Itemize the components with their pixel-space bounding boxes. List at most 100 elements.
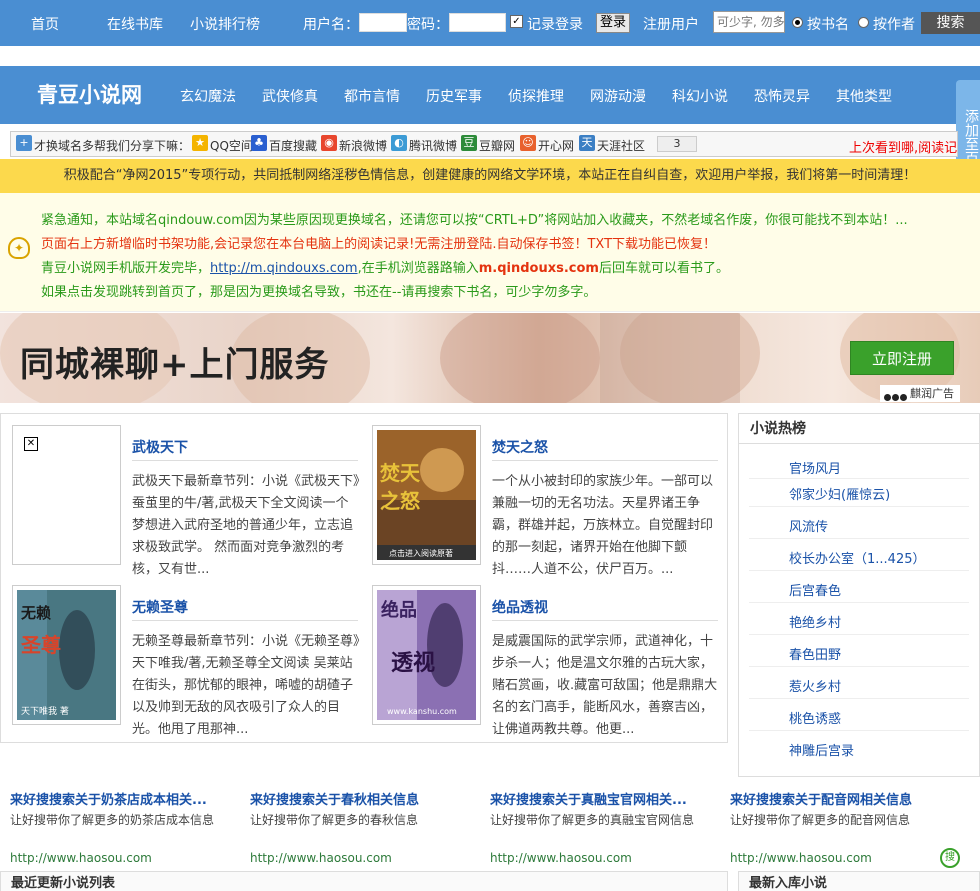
weibo-icon[interactable]: ◉ xyxy=(321,135,337,151)
search-button[interactable]: 搜索 xyxy=(921,12,980,34)
book-cover[interactable]: 绝品 透视 www.kanshu.com xyxy=(372,585,481,725)
password-input[interactable] xyxy=(449,13,506,32)
campaign-notice: 积极配合“净网2015”专项行动，共同抵制网络淫秽色情信息，创建健康的网络文学环… xyxy=(0,159,980,193)
category-xuanhuan[interactable]: 玄幻魔法 xyxy=(180,86,236,106)
hot-list-item[interactable]: 邻家少妇(雁惊云) xyxy=(789,484,890,503)
category-dushi[interactable]: 都市言情 xyxy=(344,86,400,106)
book-cover[interactable]: ✕ xyxy=(12,425,121,565)
last-read-link[interactable]: 上次看到哪,阅读记 xyxy=(849,137,957,156)
category-kehuan[interactable]: 科幻小说 xyxy=(672,86,728,106)
book-card: 绝品 透视 www.kanshu.com 绝品透视 是威震国际的武学宗师，武道神… xyxy=(372,585,720,737)
divider xyxy=(749,730,969,731)
search-by-author-radio[interactable] xyxy=(858,17,869,28)
hot-list-item[interactable]: 官场风月 xyxy=(789,458,841,477)
hot-list-item[interactable]: 神雕后宫录 xyxy=(789,740,854,759)
notice-mobile-suffix: 后回车就可以看书了。 xyxy=(598,261,729,276)
share-intro: 才换域名多帮我们分享下嘛： xyxy=(34,139,191,153)
divider xyxy=(749,634,969,635)
broken-image-icon: ✕ xyxy=(24,437,38,451)
divider xyxy=(132,620,358,621)
book-cover[interactable]: 焚天 之怒 点击进入阅读原著 xyxy=(372,425,481,565)
hot-list-item[interactable]: 艳绝乡村 xyxy=(789,612,841,631)
main-nav: 青豆小说网 玄幻魔法 武侠修真 都市言情 历史军事 侦探推理 网游动漫 科幻小说… xyxy=(0,66,980,124)
baidu-icon[interactable]: ♣ xyxy=(251,135,267,151)
nav-home-link[interactable]: 首页 xyxy=(31,14,59,34)
book-description: 无赖圣尊最新章节列：小说《无赖圣尊》天下唯我/著,无赖圣尊全文阅读 吴莱站在街头… xyxy=(132,634,360,737)
ad-link-url[interactable]: http://www.haosou.com xyxy=(730,851,872,865)
search-input[interactable]: 可少字, 勿多 xyxy=(713,11,785,33)
book-title[interactable]: 无赖圣尊 xyxy=(132,597,188,617)
category-kongbu[interactable]: 恐怖灵异 xyxy=(754,86,810,106)
douban-icon[interactable]: 豆 xyxy=(461,135,477,151)
hot-list-item[interactable]: 春色田野 xyxy=(789,644,841,663)
share-douban[interactable]: 豆瓣网 xyxy=(479,137,515,154)
category-qita[interactable]: 其他类型 xyxy=(836,86,892,106)
hot-list-item[interactable]: 惹火乡村 xyxy=(789,676,841,695)
category-lishi[interactable]: 历史军事 xyxy=(426,86,482,106)
recent-updates-header: 最近更新小说列表 xyxy=(0,871,728,891)
haosou-search-icon[interactable]: 搜 xyxy=(940,848,960,868)
ad-link-url[interactable]: http://www.haosou.com xyxy=(250,851,392,865)
tianya-icon[interactable]: 天 xyxy=(579,135,595,151)
hot-list-item[interactable]: 校长办公室（1...425） xyxy=(789,548,925,567)
hot-list-item[interactable]: 风流传 xyxy=(789,516,828,535)
cover-art-fentian: 焚天 之怒 点击进入阅读原著 xyxy=(377,430,476,560)
book-card: 焚天 之怒 点击进入阅读原著 焚天之怒 一个从小被封印的家族少年。一部可以兼融一… xyxy=(372,425,720,577)
nav-ranking-link[interactable]: 小说排行榜 xyxy=(190,14,260,34)
cover-title-1: 无赖 xyxy=(20,604,51,622)
book-cover[interactable]: 无赖 圣尊 天下唯我 著 xyxy=(12,585,121,725)
cover-art-juepin: 绝品 透视 www.kanshu.com xyxy=(377,590,476,720)
share-weibo[interactable]: 新浪微博 xyxy=(339,137,387,154)
ad-link-desc: 让好搜带你了解更多的配音网信息 xyxy=(730,813,911,827)
ad-link-title[interactable]: 来好搜搜索关于真融宝官网相关... xyxy=(490,789,715,808)
cover-title-2: 圣尊 xyxy=(21,633,61,657)
remember-checkbox[interactable]: ✓ xyxy=(510,15,523,28)
banner-ad[interactable]: 同城裸聊+上门服务 立即注册 麒润广告 xyxy=(0,313,980,403)
share-tianya[interactable]: 天涯社区 xyxy=(597,137,645,154)
ad-link-title[interactable]: 来好搜搜索关于配音网相关信息 xyxy=(730,789,955,808)
cover-art-wulai: 无赖 圣尊 天下唯我 著 xyxy=(17,590,116,720)
nav-library-link[interactable]: 在线书库 xyxy=(107,14,163,34)
share-baidu[interactable]: 百度搜藏 xyxy=(269,137,317,154)
book-description: 武极天下最新章节列：小说《武极天下》蚕茧里的牛/著,武极天下全文阅读一个梦想进入… xyxy=(132,474,360,577)
hot-list-item[interactable]: 后宫春色 xyxy=(789,580,841,599)
category-wuxia[interactable]: 武侠修真 xyxy=(262,86,318,106)
hot-list-item[interactable]: 桃色诱惑 xyxy=(789,708,841,727)
divider xyxy=(749,538,969,539)
share-qzone[interactable]: QQ空间 xyxy=(210,137,253,154)
tencent-weibo-icon[interactable]: ◐ xyxy=(391,135,407,151)
ad-flag-label: 麒润广告 xyxy=(910,387,954,400)
hot-list: 小说热榜 官场风月 邻家少妇(雁惊云) 风流传 校长办公室（1...425） 后… xyxy=(738,413,980,777)
login-button[interactable]: 登录 xyxy=(596,13,630,33)
search-by-name-radio[interactable] xyxy=(792,17,803,28)
share-count: 3 xyxy=(657,136,697,152)
category-wangyou[interactable]: 网游动漫 xyxy=(590,86,646,106)
qzone-icon[interactable]: ★ xyxy=(192,135,208,151)
mobile-site-link[interactable]: http://m.qindouxs.com xyxy=(210,261,358,276)
featured-books: ✕ 武极天下 武极天下最新章节列：小说《武极天下》蚕茧里的牛/著,武极天下全文阅… xyxy=(0,413,728,743)
username-input[interactable] xyxy=(359,13,407,32)
book-title[interactable]: 绝品透视 xyxy=(492,597,548,617)
book-title[interactable]: 焚天之怒 xyxy=(492,437,548,457)
book-card: 无赖 圣尊 天下唯我 著 无赖圣尊 无赖圣尊最新章节列：小说《无赖圣尊》天下唯我… xyxy=(12,585,360,737)
notice-line-domain: 紧急通知，本站域名qindouw.com因为某些原因现更换域名，还请您可以按“C… xyxy=(41,213,908,228)
share-kaixin[interactable]: 开心网 xyxy=(538,137,574,154)
divider xyxy=(492,460,718,461)
ad-link-title[interactable]: 来好搜搜索关于春秋相关信息 xyxy=(250,789,475,808)
ad-link-url[interactable]: http://www.haosou.com xyxy=(10,851,152,865)
banner-register-button[interactable]: 立即注册 xyxy=(850,341,954,375)
cover-title-2: 透视 xyxy=(391,650,435,676)
ad-link-url[interactable]: http://www.haosou.com xyxy=(490,851,632,865)
share-tencent-weibo[interactable]: 腾讯微博 xyxy=(409,137,457,154)
divider xyxy=(132,460,358,461)
lightbulb-icon: ✦ xyxy=(8,237,30,259)
cover-title-1: 绝品 xyxy=(381,599,417,621)
site-logo[interactable]: 青豆小说网 xyxy=(37,79,142,109)
notice-line-bookshelf: 页面右上方新增临时书架功能,会记录您在本台电脑上的阅读记录!无需注册登陆.自动保… xyxy=(41,237,717,252)
category-zhentan[interactable]: 侦探推理 xyxy=(508,86,564,106)
register-link[interactable]: 注册用户 xyxy=(643,14,699,34)
ad-link-title[interactable]: 来好搜搜索关于奶茶店成本相关... xyxy=(10,789,235,808)
kaixin-icon[interactable]: ☺ xyxy=(520,135,536,151)
book-title[interactable]: 武极天下 xyxy=(132,437,188,457)
share-plus-icon[interactable]: + xyxy=(16,135,32,151)
